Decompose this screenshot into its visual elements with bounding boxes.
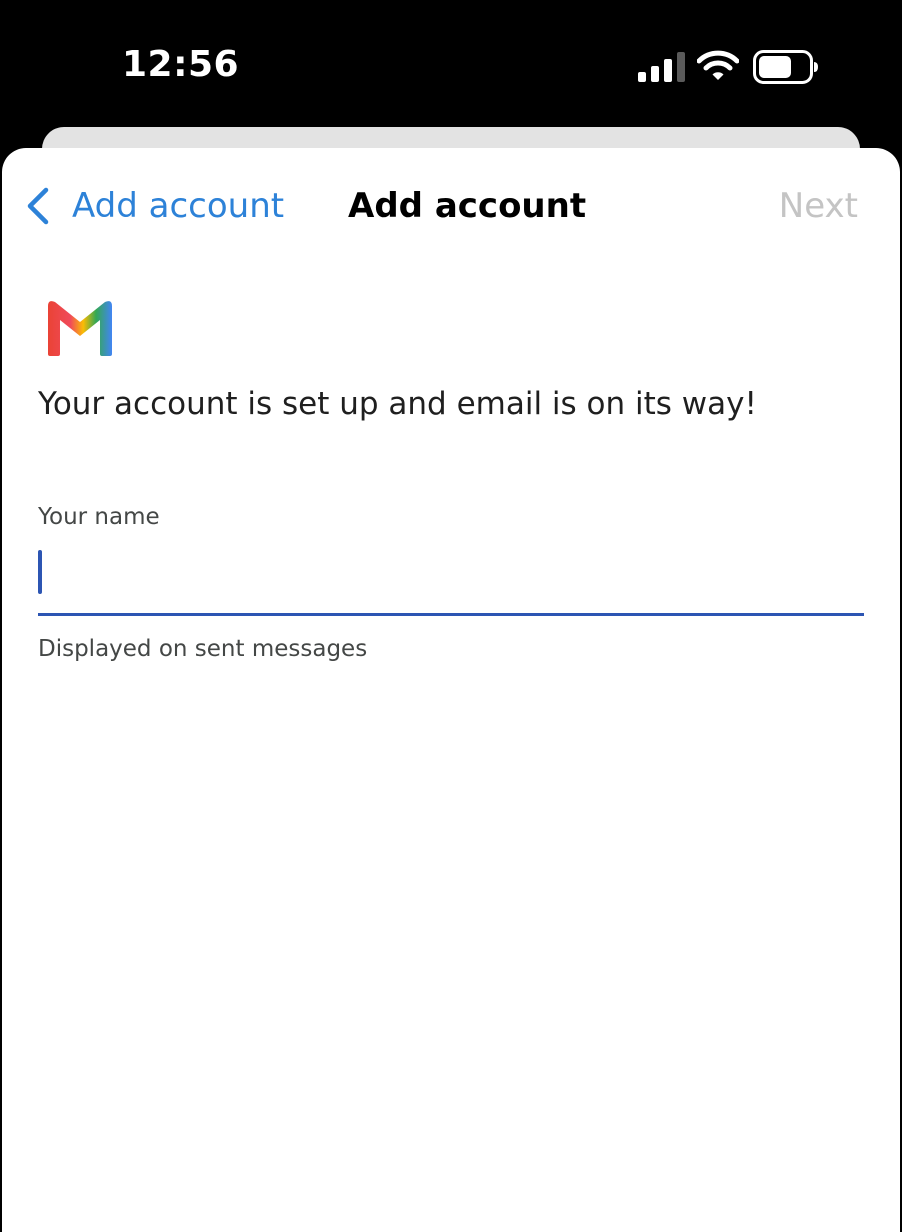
your-name-input[interactable] <box>38 540 864 616</box>
status-time: 12:56 <box>122 44 240 85</box>
add-account-sheet: Add account Add account Next Your accoun… <box>2 148 900 1232</box>
screen: 12:56 Add account Add account Next Your … <box>0 0 902 1232</box>
setup-complete-heading: Your account is set up and email is on i… <box>38 386 757 422</box>
status-bar: 12:56 <box>0 0 902 128</box>
chevron-left-icon <box>27 187 49 225</box>
back-button-label: Add account <box>72 186 285 226</box>
navigation-bar: Add account Add account Next <box>2 148 900 264</box>
page-title: Add account <box>348 186 587 226</box>
back-button[interactable]: Add account <box>24 184 284 228</box>
text-caret <box>38 550 42 594</box>
your-name-helper-text: Displayed on sent messages <box>38 636 368 662</box>
wifi-icon <box>697 50 739 80</box>
battery-icon <box>753 50 818 84</box>
signal-icon <box>638 52 685 82</box>
your-name-label: Your name <box>38 504 160 530</box>
next-button[interactable]: Next <box>779 186 858 226</box>
gmail-logo <box>48 301 112 356</box>
